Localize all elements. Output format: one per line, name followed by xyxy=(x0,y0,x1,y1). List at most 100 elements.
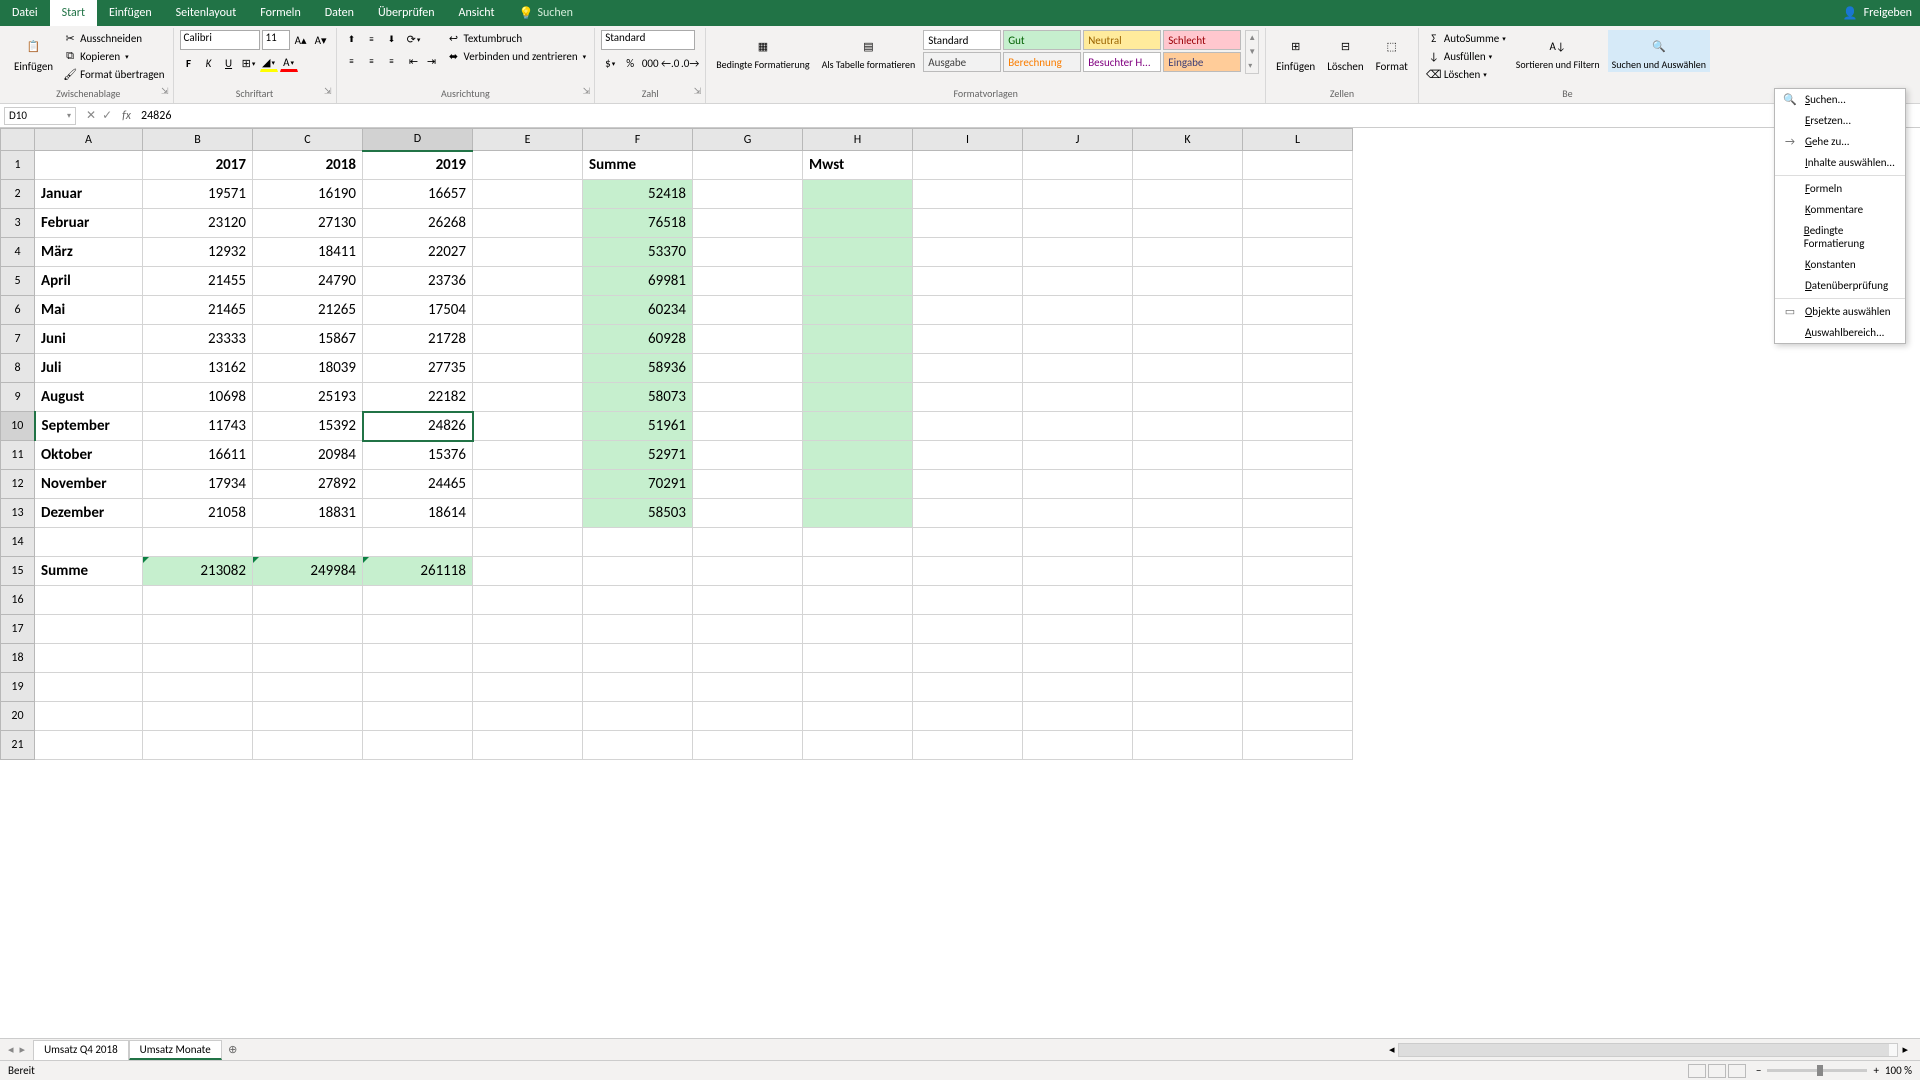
cell-I5[interactable] xyxy=(913,267,1023,296)
cell-C17[interactable] xyxy=(253,615,363,644)
cell-J18[interactable] xyxy=(1023,644,1133,673)
cell-J4[interactable] xyxy=(1023,238,1133,267)
cell-B1[interactable]: 2017 xyxy=(143,151,253,180)
cell-D10[interactable]: 24826 xyxy=(363,412,473,441)
styles-scroll-up[interactable]: ▲ xyxy=(1246,31,1258,45)
cell-J9[interactable] xyxy=(1023,383,1133,412)
cell-B3[interactable]: 23120 xyxy=(143,209,253,238)
cell-C2[interactable]: 16190 xyxy=(253,180,363,209)
cell-D14[interactable] xyxy=(363,528,473,557)
cell-E12[interactable] xyxy=(473,470,583,499)
row-header-15[interactable]: 15 xyxy=(1,557,35,586)
cell-style-ausgabe[interactable]: Ausgabe xyxy=(923,52,1001,72)
cell-L1[interactable] xyxy=(1243,151,1353,180)
cell-L9[interactable] xyxy=(1243,383,1353,412)
cell-B6[interactable]: 21465 xyxy=(143,296,253,325)
increase-decimal-button[interactable]: ←.0 xyxy=(661,54,679,72)
cell-I17[interactable] xyxy=(913,615,1023,644)
row-header-17[interactable]: 17 xyxy=(1,615,35,644)
cell-B9[interactable]: 10698 xyxy=(143,383,253,412)
decrease-font-button[interactable]: A▾ xyxy=(312,31,330,49)
styles-scroll-down[interactable]: ▼ xyxy=(1246,45,1258,59)
cell-F15[interactable] xyxy=(583,557,693,586)
cell-H3[interactable] xyxy=(803,209,913,238)
cell-E15[interactable] xyxy=(473,557,583,586)
clear-button[interactable]: ⌫Löschen▾ xyxy=(1425,66,1508,82)
cell-J13[interactable] xyxy=(1023,499,1133,528)
cell-E7[interactable] xyxy=(473,325,583,354)
cell-K14[interactable] xyxy=(1133,528,1243,557)
row-header-1[interactable]: 1 xyxy=(1,151,35,180)
row-header-19[interactable]: 19 xyxy=(1,673,35,702)
cell-L18[interactable] xyxy=(1243,644,1353,673)
cell-J11[interactable] xyxy=(1023,441,1133,470)
row-header-5[interactable]: 5 xyxy=(1,267,35,296)
horizontal-scrollbar[interactable] xyxy=(1398,1043,1898,1057)
menu-item-bedingteformatierung[interactable]: Bedingte Formatierung xyxy=(1775,220,1905,254)
menu-item-objekteauswählen[interactable]: ▭Objekte auswählen xyxy=(1775,301,1905,322)
cell-I7[interactable] xyxy=(913,325,1023,354)
cell-G20[interactable] xyxy=(693,702,803,731)
cell-I6[interactable] xyxy=(913,296,1023,325)
col-header-E[interactable]: E xyxy=(473,129,583,151)
cell-H21[interactable] xyxy=(803,731,913,760)
row-header-20[interactable]: 20 xyxy=(1,702,35,731)
cell-D12[interactable]: 24465 xyxy=(363,470,473,499)
cell-F1[interactable]: Summe xyxy=(583,151,693,180)
cell-I20[interactable] xyxy=(913,702,1023,731)
cell-F19[interactable] xyxy=(583,673,693,702)
cell-A15[interactable]: Summe xyxy=(35,557,143,586)
cell-H9[interactable] xyxy=(803,383,913,412)
cell-K21[interactable] xyxy=(1133,731,1243,760)
cell-K13[interactable] xyxy=(1133,499,1243,528)
cell-A11[interactable]: Oktober xyxy=(35,441,143,470)
cell-L3[interactable] xyxy=(1243,209,1353,238)
copy-button[interactable]: ⧉Kopieren▾ xyxy=(61,48,166,64)
cell-D16[interactable] xyxy=(363,586,473,615)
col-header-L[interactable]: L xyxy=(1243,129,1353,151)
cell-E20[interactable] xyxy=(473,702,583,731)
cell-H2[interactable] xyxy=(803,180,913,209)
cell-D3[interactable]: 26268 xyxy=(363,209,473,238)
sheet-tab-umsatz-q4-2018[interactable]: Umsatz Q4 2018 xyxy=(33,1040,129,1060)
paste-button[interactable]: 📋 Einfügen xyxy=(10,30,57,75)
align-middle-button[interactable]: ≡ xyxy=(363,30,381,48)
tab-überprüfen[interactable]: Überprüfen xyxy=(366,0,447,26)
col-header-A[interactable]: A xyxy=(35,129,143,151)
cell-E19[interactable] xyxy=(473,673,583,702)
cell-H10[interactable] xyxy=(803,412,913,441)
insert-cells-button[interactable]: ⊞Einfügen xyxy=(1272,30,1319,75)
cell-J17[interactable] xyxy=(1023,615,1133,644)
cell-L6[interactable] xyxy=(1243,296,1353,325)
cell-G21[interactable] xyxy=(693,731,803,760)
cell-K12[interactable] xyxy=(1133,470,1243,499)
cut-button[interactable]: ✂Ausschneiden xyxy=(61,30,166,46)
cell-F5[interactable]: 69981 xyxy=(583,267,693,296)
cell-E8[interactable] xyxy=(473,354,583,383)
comma-format-button[interactable]: 000 xyxy=(641,54,659,72)
cell-L16[interactable] xyxy=(1243,586,1353,615)
cell-I10[interactable] xyxy=(913,412,1023,441)
cell-F2[interactable]: 52418 xyxy=(583,180,693,209)
cell-D20[interactable] xyxy=(363,702,473,731)
autosum-button[interactable]: ΣAutoSumme▾ xyxy=(1425,30,1508,46)
cell-J16[interactable] xyxy=(1023,586,1133,615)
cell-J5[interactable] xyxy=(1023,267,1133,296)
cell-A7[interactable]: Juni xyxy=(35,325,143,354)
tab-start[interactable]: Start xyxy=(50,0,97,26)
cell-K16[interactable] xyxy=(1133,586,1243,615)
format-as-table-button[interactable]: ▤Als Tabelle formatieren xyxy=(818,30,920,72)
cell-J6[interactable] xyxy=(1023,296,1133,325)
cell-C3[interactable]: 27130 xyxy=(253,209,363,238)
name-box[interactable]: D10 xyxy=(4,107,76,125)
cell-I1[interactable] xyxy=(913,151,1023,180)
menu-item-auswahlbereich[interactable]: Auswahlbereich... xyxy=(1775,322,1905,343)
cell-F16[interactable] xyxy=(583,586,693,615)
cell-C6[interactable]: 21265 xyxy=(253,296,363,325)
decrease-decimal-button[interactable]: .0→ xyxy=(681,54,699,72)
align-top-button[interactable]: ⬆ xyxy=(343,30,361,48)
cell-L8[interactable] xyxy=(1243,354,1353,383)
col-header-J[interactable]: J xyxy=(1023,129,1133,151)
row-header-7[interactable]: 7 xyxy=(1,325,35,354)
cell-J19[interactable] xyxy=(1023,673,1133,702)
